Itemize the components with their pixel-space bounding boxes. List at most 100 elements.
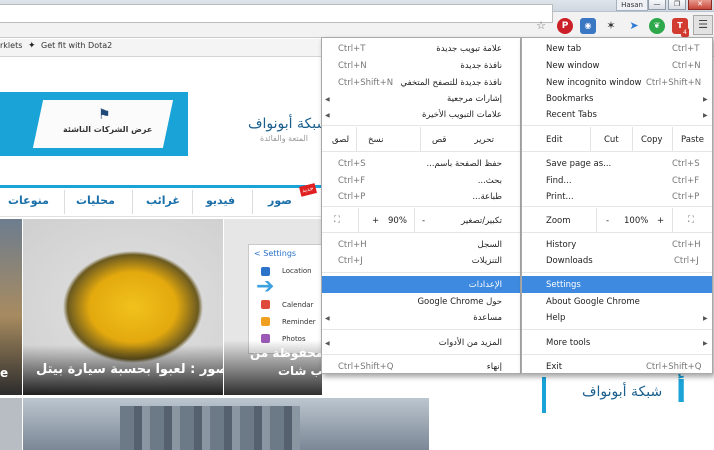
address-bar[interactable] — [0, 4, 553, 23]
site-logo-icon: أ — [676, 375, 687, 410]
menu-en-print-shortcut: Ctrl+P — [672, 192, 700, 202]
menu-en-zoom-plus[interactable]: + — [657, 216, 664, 226]
bookmark-fragment[interactable]: rklets — [0, 41, 22, 50]
menu-separator — [322, 206, 520, 207]
menu-en-new-window[interactable]: New window — [546, 61, 600, 71]
nav-divider — [252, 190, 253, 214]
menu-en-incognito[interactable]: New incognito window — [546, 78, 642, 88]
menu-separator — [522, 272, 712, 273]
menu-ar-bookmarks[interactable]: إشارات مرجعية — [400, 94, 502, 104]
menu-en-exit[interactable]: Exit — [546, 362, 562, 372]
menu-ar-incognito[interactable]: نافذة جديدة للتصفح المتخفي — [388, 78, 502, 88]
phone-row: Calendar — [282, 301, 314, 309]
article-caption-car[interactable]: صور : لعبوا بحسبة سيارة بيتل — [36, 362, 228, 377]
nav-item-local[interactable]: محليات — [76, 194, 115, 207]
menu-en-history[interactable]: History — [546, 240, 576, 250]
menu-ar-downloads[interactable]: التنزيلات — [400, 256, 502, 266]
menu-ar-more-tools[interactable]: المزيد من الأدوات — [400, 338, 502, 348]
bug-extension-icon[interactable]: ✶ — [603, 18, 619, 34]
menu-ar-print[interactable]: طباعة... — [400, 192, 502, 202]
article-image-bottom-left[interactable] — [0, 398, 22, 450]
menu-ar-about[interactable]: حول Google Chrome — [400, 297, 502, 307]
phone-row: Location — [282, 267, 312, 275]
menu-en-history-shortcut: Ctrl+H — [672, 240, 701, 250]
calendar-icon — [261, 300, 270, 309]
nav-item-photos[interactable]: صور — [268, 194, 292, 207]
menu-en-save-page[interactable]: Save page as... — [546, 159, 611, 169]
menu-ar-settings[interactable]: الإعدادات — [400, 280, 502, 290]
phone-row: Reminder — [282, 318, 316, 326]
menu-ar-new-tab[interactable]: علامة تبويب جديدة — [400, 44, 502, 54]
menu-en-zoom-minus[interactable]: - — [606, 216, 609, 226]
menu-en-print[interactable]: Print... — [546, 192, 574, 202]
menu-ar-zoom-divider — [358, 208, 359, 232]
article-caption-phone[interactable]: محفوظة من — [250, 346, 323, 360]
site-title[interactable]: شبكة أبونواف — [248, 116, 328, 132]
menu-separator — [522, 151, 712, 152]
menu-separator — [322, 232, 520, 233]
minimize-button[interactable]: — — [648, 0, 666, 10]
menu-ar-paste: لصق — [332, 135, 350, 145]
restore-button[interactable]: ❐ — [668, 0, 686, 10]
menu-ar-history[interactable]: السجل — [400, 240, 502, 250]
menu-en-find[interactable]: Find... — [546, 176, 572, 186]
article-caption-phone-line2[interactable]: ب شات — [278, 364, 323, 378]
menu-en-downloads-shortcut: Ctrl+J — [674, 256, 699, 266]
nav-item-oddities[interactable]: غرائب — [146, 194, 180, 207]
menu-ar-new-window[interactable]: نافذة جديدة — [400, 61, 502, 71]
nav-item-video[interactable]: فيديو — [206, 194, 235, 207]
bookmark-star-icon[interactable]: ☆ — [533, 18, 549, 34]
nav-item-misc[interactable]: منوعات — [8, 194, 49, 207]
submenu-arrow-icon: ◀ — [325, 112, 330, 119]
banner-logo-icon: ⚑ — [98, 107, 111, 123]
sidebar-ad-text: شبكة أبونواف — [582, 384, 663, 400]
profile-button[interactable]: Hasan — [616, 0, 648, 11]
menu-en-paste: Paste — [681, 135, 704, 145]
menu-en-zoom: Zoom — [546, 216, 571, 226]
menu-ar-save-page[interactable]: حفظ الصفحة باسم... — [400, 159, 502, 169]
fullscreen-icon[interactable]: ⛶ — [688, 215, 694, 225]
fullscreen-icon[interactable]: ⛶ — [334, 215, 340, 225]
phone-settings-header: < Settings — [254, 249, 297, 258]
bookmark-dota[interactable]: Get fit with Dota2 — [41, 41, 112, 50]
reminder-icon — [261, 317, 270, 326]
rocket-extension-icon[interactable]: ➤ — [626, 18, 642, 34]
menu-ar-exit[interactable]: إنهاء — [400, 362, 502, 372]
menu-ar-recent-tabs[interactable]: علامات التبويب الأخيرة — [400, 110, 502, 120]
menu-ar-zoom-minus[interactable]: - — [422, 216, 425, 226]
leaf-extension-icon[interactable]: ❦ — [649, 18, 665, 34]
menu-en-new-tab[interactable]: New tab — [546, 44, 581, 54]
submenu-arrow-icon: ▶ — [703, 96, 708, 103]
menu-en-help[interactable]: Help — [546, 313, 565, 323]
article-caption-left[interactable]: e — [0, 366, 8, 380]
submenu-arrow-icon: ▶ — [703, 315, 708, 322]
menu-en-cut: Cut — [604, 135, 619, 145]
menu-separator — [322, 329, 520, 330]
menu-ar-new-window-shortcut: Ctrl+N — [338, 61, 367, 71]
menu-en-edit: Edit — [546, 135, 563, 145]
menu-en-bookmarks[interactable]: Bookmarks — [546, 94, 594, 104]
menu-separator — [522, 206, 712, 207]
menu-ar-help[interactable]: مساعدة — [400, 313, 502, 323]
submenu-arrow-icon: ▶ — [703, 340, 708, 347]
menu-ar-zoom-plus[interactable]: + — [372, 216, 379, 226]
chrome-menu-button[interactable]: ☰ — [693, 15, 713, 35]
menu-ar-find[interactable]: بحث... — [400, 176, 502, 186]
menu-ar-zoom: تكبير/تصغير — [461, 216, 502, 226]
menu-en-more-tools[interactable]: More tools — [546, 338, 590, 348]
menu-en-incognito-shortcut: Ctrl+Shift+N — [646, 78, 702, 88]
pinterest-extension-icon[interactable]: P — [557, 18, 573, 34]
screenshot-extension-icon[interactable]: ◉ — [580, 18, 596, 34]
arrow-icon: ➔ — [256, 274, 275, 299]
nav-divider — [192, 190, 193, 214]
menu-en-settings[interactable]: Settings — [546, 280, 581, 290]
dota-icon: ✦ — [28, 41, 36, 51]
close-window-button[interactable]: ✕ — [688, 0, 712, 10]
menu-en-about[interactable]: About Google Chrome — [546, 297, 640, 307]
city-buildings — [120, 406, 300, 450]
menu-en-downloads[interactable]: Downloads — [546, 256, 593, 266]
menu-en-recent-tabs[interactable]: Recent Tabs — [546, 110, 597, 120]
menu-separator — [522, 329, 712, 330]
menu-en-find-shortcut: Ctrl+F — [672, 176, 700, 186]
menu-separator — [322, 151, 520, 152]
